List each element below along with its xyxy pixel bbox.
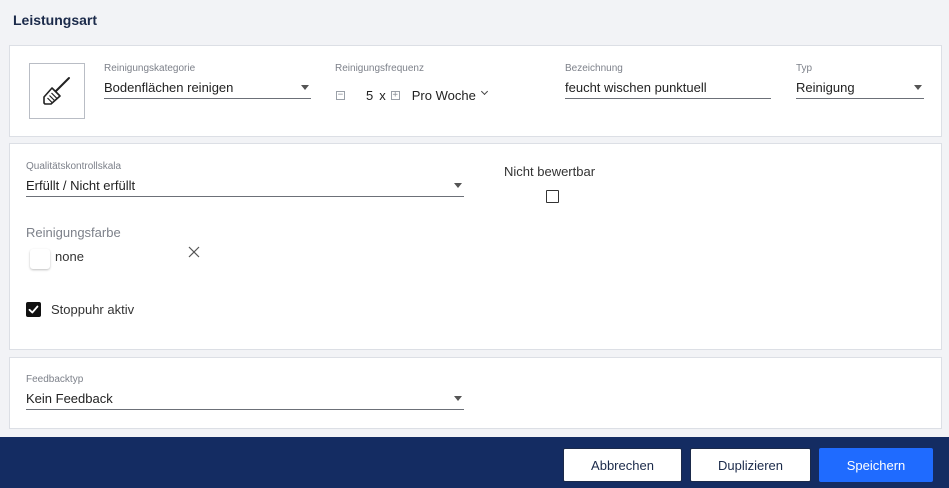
color-swatch[interactable]	[30, 249, 50, 269]
category-value: Bodenflächen reinigen	[104, 80, 234, 95]
frequency-count: 5	[366, 87, 374, 103]
duplicate-button[interactable]: Duplizieren	[690, 448, 811, 482]
cancel-button[interactable]: Abbrechen	[563, 448, 682, 482]
frequency-control: − 5 x + Pro Woche	[336, 86, 488, 104]
chevron-down-icon	[480, 87, 488, 95]
type-label: Typ	[796, 63, 813, 74]
category-icon-button[interactable]	[29, 63, 85, 119]
dropdown-caret-icon	[454, 396, 462, 401]
cleaning-color-label: Reinigungsfarbe	[26, 225, 121, 240]
cleaning-color-value: none	[55, 249, 84, 264]
page-title: Leistungsart	[13, 12, 98, 28]
feedback-card: Feedbacktyp Kein Feedback	[9, 357, 942, 429]
quality-scale-value: Erfüllt / Nicht erfüllt	[26, 178, 136, 193]
type-select[interactable]: Reinigung	[796, 77, 924, 99]
service-card: Reinigungskategorie Bodenflächen reinige…	[9, 45, 942, 137]
dropdown-caret-icon	[454, 183, 462, 188]
type-value: Reinigung	[796, 80, 855, 95]
category-select[interactable]: Bodenflächen reinigen	[104, 77, 311, 99]
checkmark-icon	[28, 305, 39, 314]
name-input[interactable]	[565, 77, 771, 99]
frequency-label: Reinigungsfrequenz	[335, 63, 424, 74]
feedback-type-select[interactable]: Kein Feedback	[26, 388, 464, 410]
stopwatch-label: Stoppuhr aktiv	[51, 302, 135, 317]
feedback-type-value: Kein Feedback	[26, 391, 113, 406]
dropdown-caret-icon	[301, 85, 309, 90]
quality-scale-select[interactable]: Erfüllt / Nicht erfüllt	[26, 175, 464, 197]
not-ratable-label: Nicht bewertbar	[504, 164, 596, 179]
category-label: Reinigungskategorie	[104, 63, 196, 74]
stopwatch-checkbox[interactable]	[26, 302, 41, 317]
name-label: Bezeichnung	[565, 63, 623, 74]
minus-icon[interactable]: −	[336, 90, 345, 100]
dropdown-caret-icon	[914, 85, 922, 90]
frequency-period-value: Pro Woche	[411, 87, 476, 103]
frequency-period-select[interactable]: Pro Woche	[411, 87, 488, 103]
frequency-times: x	[379, 87, 386, 103]
save-button[interactable]: Speichern	[819, 448, 933, 482]
not-ratable-checkbox[interactable]	[546, 190, 559, 203]
broom-icon	[43, 77, 70, 105]
feedback-type-label: Feedbacktyp	[26, 374, 84, 385]
close-icon[interactable]	[188, 246, 200, 258]
quality-card: Qualitätskontrollskala Erfüllt / Nicht e…	[9, 143, 942, 350]
quality-scale-label: Qualitätskontrollskala	[26, 161, 122, 172]
plus-icon[interactable]: +	[390, 90, 400, 100]
footer-bar: Abbrechen Duplizieren Speichern	[0, 437, 949, 488]
